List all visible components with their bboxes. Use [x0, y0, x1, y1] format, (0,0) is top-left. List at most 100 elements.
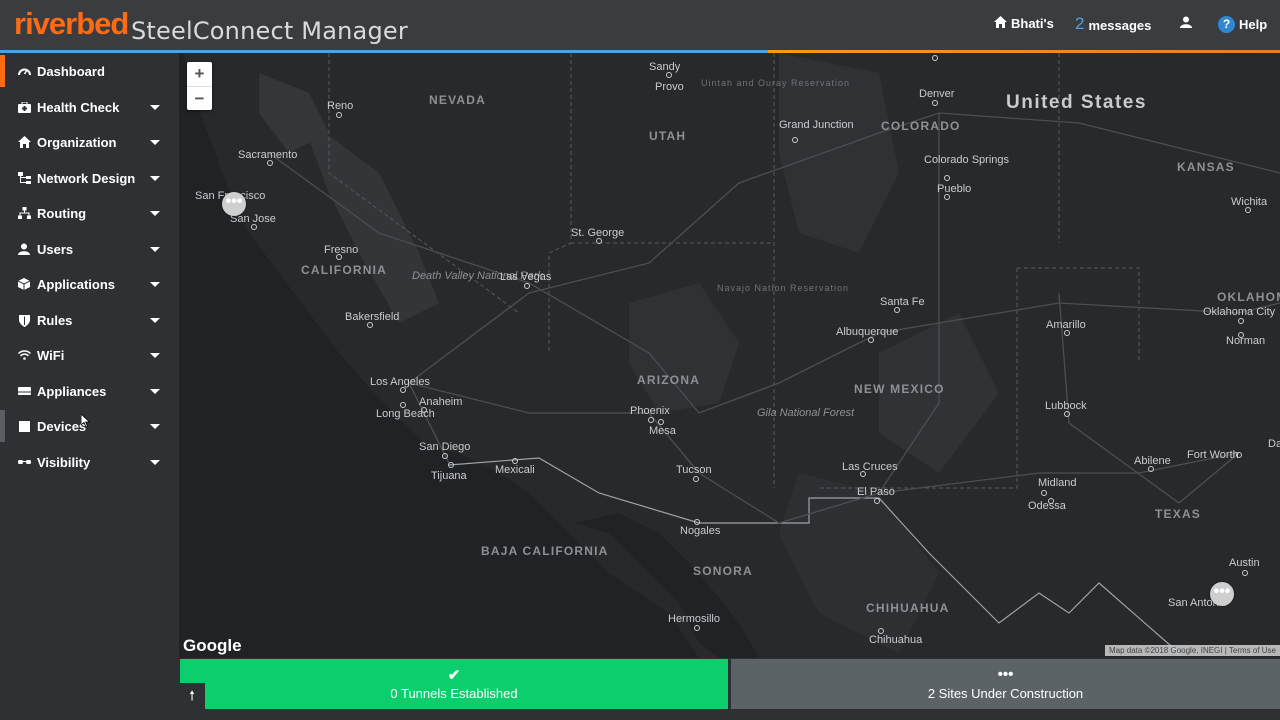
park-label-navajo: Navajo Nation Reservation — [717, 283, 849, 293]
user-menu-button[interactable] — [1180, 16, 1192, 31]
city-label: El Paso — [857, 486, 895, 498]
chevron-down-icon[interactable] — [150, 176, 160, 181]
sidebar-item-appliances[interactable]: Appliances — [0, 373, 178, 409]
square-icon — [17, 419, 31, 433]
city-label: Hermosillo — [668, 613, 720, 625]
city-label: St. George — [571, 227, 624, 239]
sidebar-item-wifi[interactable]: WiFi — [0, 337, 178, 373]
city-label: Colorado Springs — [924, 154, 1009, 166]
city-label: Chihuahua — [869, 634, 923, 646]
sites-status-bar[interactable]: ••• 2 Sites Under Construction — [731, 659, 1280, 709]
city-label: San Diego — [419, 441, 470, 453]
city-label: Abilene — [1134, 455, 1171, 467]
help-link[interactable]: ? Help — [1218, 16, 1267, 33]
zoom-control: + − — [187, 62, 212, 110]
sidebar-item-network-design[interactable]: Network Design — [0, 160, 178, 196]
sites-map[interactable]: NEVADA UTAH COLORADO KANSAS CALIFORNIA A… — [179, 53, 1280, 658]
city-label: Sacramento — [238, 149, 297, 161]
sidebar-item-health-check[interactable]: Health Check — [0, 89, 178, 125]
mouse-cursor-icon — [81, 414, 91, 428]
sidebar-item-rules[interactable]: Rules — [0, 302, 178, 338]
city-label: Austin — [1229, 557, 1260, 569]
city-label: Midland — [1038, 477, 1077, 489]
city-label: Provo — [655, 81, 684, 93]
site-cluster-marker[interactable]: ••• — [222, 192, 246, 216]
state-label-chihuahua: CHIHUAHUA — [866, 601, 949, 615]
sidebar-item-organization[interactable]: Organization — [0, 124, 178, 160]
city-label: Las Vegas — [500, 271, 552, 283]
sidebar-item-label: Dashboard — [37, 63, 105, 79]
city-label: Phoenix — [630, 405, 670, 417]
sidebar-item-label: WiFi — [37, 347, 65, 363]
city-label: Wichita — [1231, 196, 1268, 208]
sidebar-item-label: Devices — [37, 418, 87, 434]
zoom-in-button[interactable]: + — [187, 62, 212, 86]
city-label: Tijuana — [431, 470, 468, 482]
state-label-utah: UTAH — [649, 129, 686, 143]
city-label: Bakersfield — [345, 311, 399, 323]
sidebar-item-users[interactable]: Users — [0, 231, 178, 267]
chevron-down-icon[interactable] — [150, 389, 160, 394]
chevron-down-icon[interactable] — [150, 247, 160, 252]
city-label: Mexicali — [495, 464, 535, 476]
state-label-baja-california: BAJA CALIFORNIA — [481, 544, 609, 558]
wifi-icon — [17, 348, 31, 362]
chevron-down-icon[interactable] — [150, 353, 160, 358]
chevron-down-icon[interactable] — [150, 460, 160, 465]
chevron-down-icon[interactable] — [150, 105, 160, 110]
riverbed-logo[interactable]: riverbed — [14, 6, 129, 42]
city-label: Los Angeles — [370, 376, 430, 388]
messages-count: 2 — [1075, 14, 1085, 33]
sidebar-item-dashboard[interactable]: Dashboard — [0, 53, 178, 89]
chevron-down-icon[interactable] — [150, 140, 160, 145]
sidebar-item-label: Applications — [37, 276, 116, 292]
app-title: SteelConnect Manager — [131, 17, 408, 45]
zoom-out-button[interactable]: − — [187, 86, 212, 110]
help-label: Help — [1239, 17, 1268, 32]
city-label: Norman — [1226, 335, 1265, 347]
user-icon — [17, 242, 31, 256]
chevron-down-icon[interactable] — [150, 282, 160, 287]
sidebar-item-visibility[interactable]: Visibility — [0, 444, 178, 480]
city-label: Grand Junction — [779, 119, 854, 131]
messages-link[interactable]: 2 messages — [1075, 14, 1151, 34]
sidebar-item-label: Health Check — [37, 99, 120, 115]
site-cluster-marker[interactable]: ••• — [1210, 582, 1234, 606]
state-label-arizona: ARIZONA — [637, 373, 700, 387]
state-label-texas: TEXAS — [1155, 507, 1201, 521]
sidebar-item-applications[interactable]: Applications — [0, 266, 178, 302]
tunnels-status-label: 0 Tunnels Established — [390, 686, 518, 701]
map-canvas[interactable]: NEVADA UTAH COLORADO KANSAS CALIFORNIA A… — [179, 53, 1280, 658]
messages-label: messages — [1088, 18, 1152, 33]
chevron-down-icon[interactable] — [150, 318, 160, 323]
city-label: Odessa — [1028, 500, 1067, 512]
chevron-down-icon[interactable] — [150, 211, 160, 216]
city-label: Lubbock — [1045, 400, 1087, 412]
tunnels-status-bar[interactable]: ✔ 0 Tunnels Established — [180, 659, 728, 709]
city-label: Long Beach — [376, 408, 435, 420]
city-label: Las Cruces — [842, 461, 898, 473]
state-label-sonora: SONORA — [693, 564, 753, 578]
city-label: Denver — [919, 88, 955, 100]
scroll-top-button[interactable]: 🠕 — [179, 683, 205, 709]
city-label: Nogales — [680, 525, 721, 537]
pacific-ocean — [179, 53, 699, 658]
glasses-icon — [17, 455, 31, 469]
medkit-icon — [17, 100, 31, 114]
city-label: Amarillo — [1046, 319, 1086, 331]
chevron-down-icon[interactable] — [150, 424, 160, 429]
park-label-uintah: Uintah and Ouray Reservation — [701, 78, 850, 88]
city-label: Oklahoma City — [1203, 306, 1276, 318]
google-logo: Google — [183, 636, 242, 655]
sidebar-item-routing[interactable]: Routing — [0, 195, 178, 231]
ellipsis-icon: ••• — [997, 666, 1014, 683]
state-label-new-mexico: NEW MEXICO — [854, 382, 945, 396]
sites-status-label: 2 Sites Under Construction — [927, 686, 1084, 701]
org-selector[interactable]: Bhati's — [994, 16, 1054, 31]
map-attribution[interactable]: Map data ©2018 Google, INEGI | Terms of … — [1104, 645, 1280, 656]
sidebar-item-label: Organization — [37, 134, 117, 150]
user-icon — [1180, 16, 1192, 31]
hdd-icon — [17, 384, 31, 398]
home-icon — [994, 16, 1007, 31]
arrow-up-icon: 🠕 — [189, 688, 195, 703]
